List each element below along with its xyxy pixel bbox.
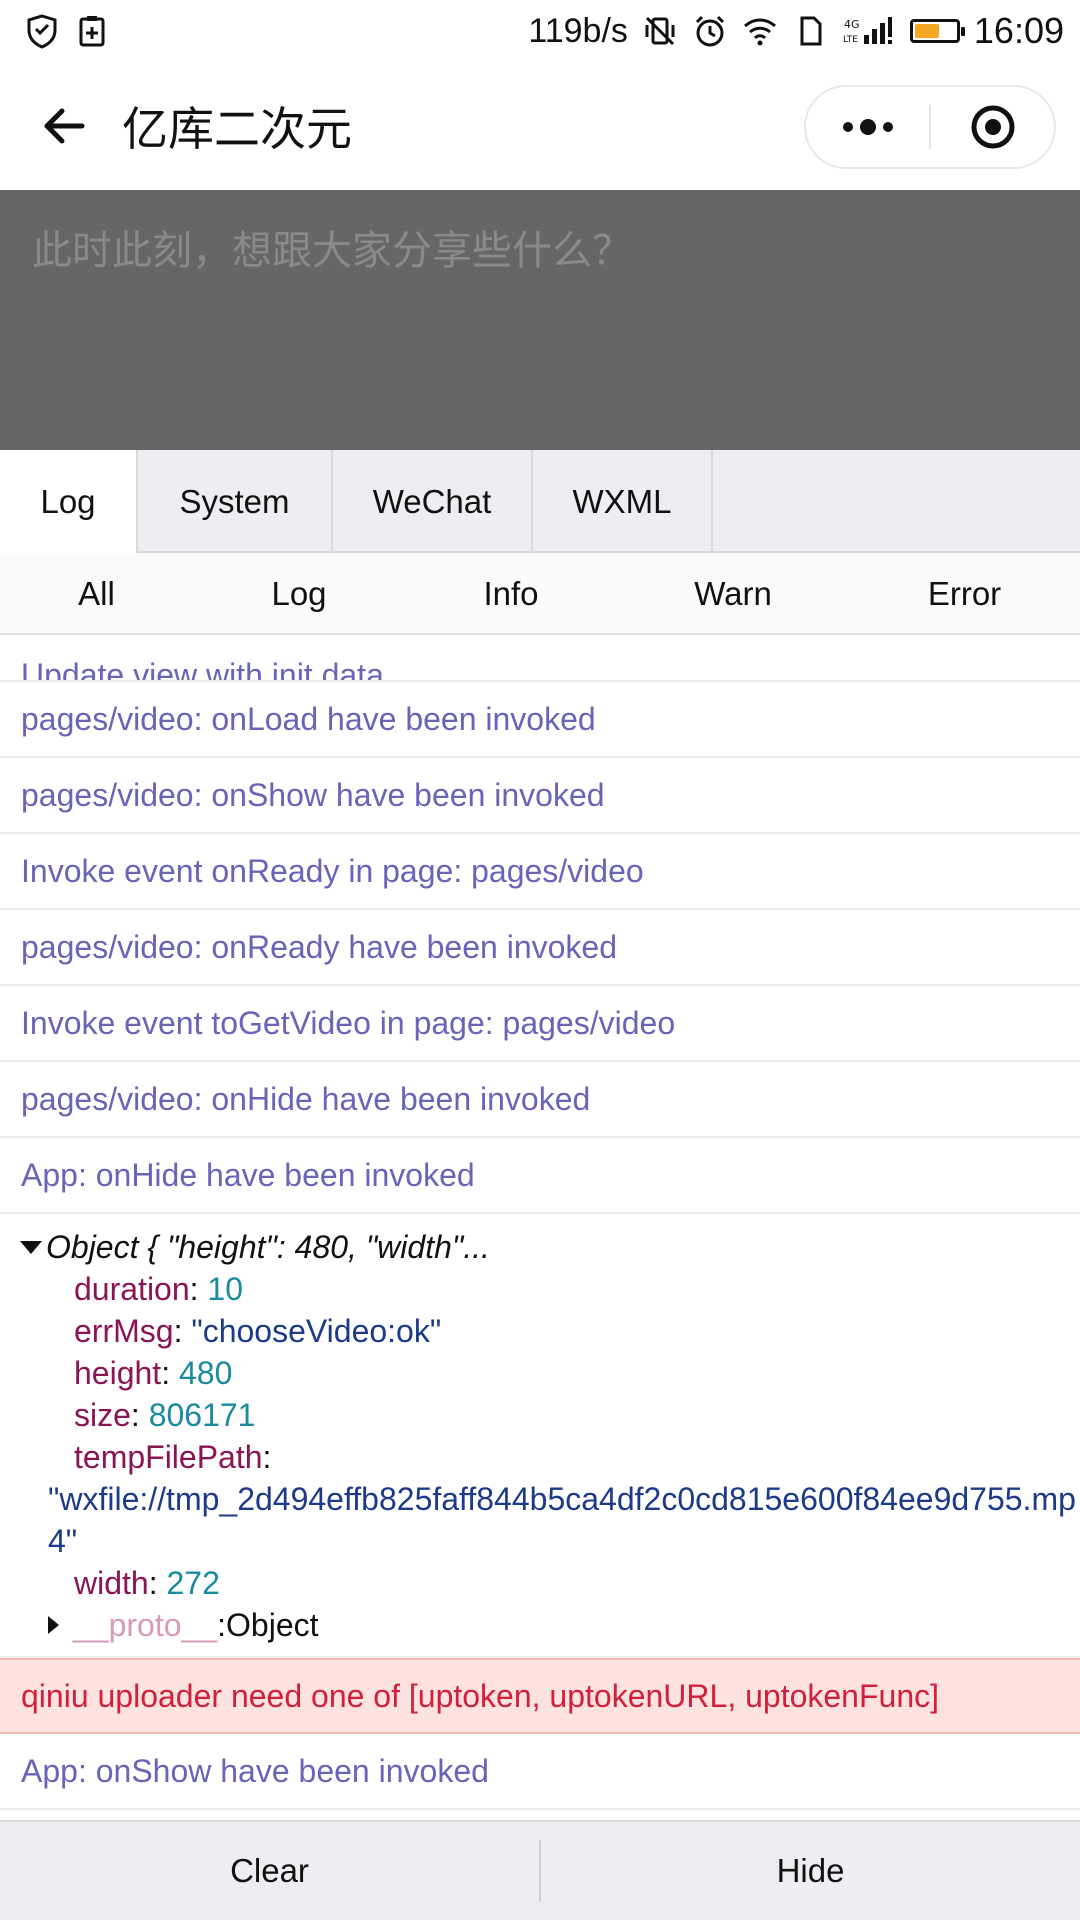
status-left-icons bbox=[24, 13, 110, 49]
object-prop-tempfilepath: tempFilePath: bbox=[74, 1439, 272, 1475]
object-prop-errmsg: errMsg: "chooseVideo:ok" bbox=[74, 1313, 442, 1349]
expand-triangle-icon bbox=[20, 1240, 42, 1254]
sim-card-icon bbox=[792, 13, 828, 49]
log-item: pages/video: onReady have been invoked bbox=[0, 910, 1080, 986]
tab-wechat[interactable]: WeChat bbox=[333, 450, 533, 553]
log-item: pages/video: onHide have been invoked bbox=[0, 1062, 1080, 1138]
tab-wxml[interactable]: WXML bbox=[533, 450, 713, 553]
shield-icon bbox=[24, 13, 60, 49]
page-title: 亿库二次元 bbox=[122, 103, 352, 155]
signal-4g-icon: 4G LTE bbox=[842, 13, 896, 49]
wifi-icon bbox=[742, 13, 778, 49]
svg-text:LTE: LTE bbox=[843, 35, 858, 45]
clear-button[interactable]: Clear bbox=[0, 1822, 539, 1920]
filter-all[interactable]: All bbox=[0, 553, 193, 635]
back-button[interactable] bbox=[28, 90, 100, 162]
object-prop-duration: duration: 10 bbox=[74, 1271, 244, 1307]
object-log-item: Object { "height": 480, "width"... durat… bbox=[0, 1214, 1080, 1658]
log-item: Invoke event onReady in page: pages/vide… bbox=[0, 834, 1080, 910]
error-log-item: qiniu uploader need one of [uptoken, upt… bbox=[0, 1658, 1080, 1734]
filter-error[interactable]: Error bbox=[849, 553, 1080, 635]
more-dots-icon bbox=[842, 119, 893, 135]
network-speed: 119b/s bbox=[528, 11, 628, 50]
filter-warn[interactable]: Warn bbox=[617, 553, 849, 635]
log-list[interactable]: Update view with init data pages/video: … bbox=[0, 635, 1080, 1820]
vibrate-off-icon bbox=[642, 13, 678, 49]
post-placeholder: 此时此刻，想跟大家分享些什么？ bbox=[32, 229, 632, 273]
object-summary-toggle[interactable]: Object { "height": 480, "width"... bbox=[0, 1226, 1080, 1268]
status-right-icons: 119b/s 4G LTE 16:09 bbox=[528, 10, 1064, 52]
target-circle-icon bbox=[971, 105, 1014, 149]
mini-program-capsule bbox=[804, 85, 1056, 169]
console-bottom-bar: Clear Hide bbox=[0, 1820, 1080, 1920]
log-item: Invoke event toGetVideo in page: pages/v… bbox=[0, 986, 1080, 1062]
collapse-triangle-icon bbox=[48, 1616, 59, 1634]
tab-system[interactable]: System bbox=[138, 450, 333, 553]
post-textarea-overlay[interactable]: 此时此刻，想跟大家分享些什么？ bbox=[0, 190, 1080, 450]
object-prop-proto[interactable]: __proto__: Object bbox=[0, 1604, 1080, 1646]
svg-text:4G: 4G bbox=[844, 18, 860, 31]
tempfilepath-value: "wxfile://tmp_2d494effb825faff844b5ca4df… bbox=[48, 1481, 1076, 1559]
object-prop-width: width: 272 bbox=[74, 1565, 220, 1601]
more-menu-button[interactable] bbox=[806, 87, 929, 167]
clock: 16:09 bbox=[973, 10, 1064, 51]
battery-icon bbox=[909, 19, 965, 43]
status-bar: 119b/s 4G LTE 16:09 bbox=[0, 0, 1080, 62]
log-text: Update view with init data bbox=[21, 657, 384, 682]
filter-log[interactable]: Log bbox=[193, 553, 405, 635]
navigation-bar: 亿库二次元 bbox=[0, 62, 1080, 190]
log-item: pages/video: onShow have been invoked bbox=[0, 758, 1080, 834]
battery-level bbox=[914, 24, 940, 38]
close-mini-program-button[interactable] bbox=[931, 87, 1054, 167]
log-filter-tabs: All Log Info Warn Error bbox=[0, 553, 1080, 635]
console-tabs: Log System WeChat WXML bbox=[0, 450, 1080, 553]
log-item: pages/video: onLoad have been invoked bbox=[0, 682, 1080, 758]
hide-button[interactable]: Hide bbox=[541, 1822, 1080, 1920]
clipboard-plus-icon bbox=[74, 13, 110, 49]
filter-info[interactable]: Info bbox=[405, 553, 617, 635]
log-item: Update view with init data bbox=[0, 635, 1080, 682]
tab-log[interactable]: Log bbox=[0, 450, 138, 553]
log-item: App: onShow have been invoked bbox=[0, 1734, 1080, 1810]
arrow-left-icon bbox=[44, 108, 85, 144]
alarm-icon bbox=[692, 13, 728, 49]
object-prop-size: size: 806171 bbox=[74, 1397, 256, 1433]
object-prop-height: height: 480 bbox=[74, 1355, 233, 1391]
log-item: App: onHide have been invoked bbox=[0, 1138, 1080, 1214]
object-summary: Object { "height": 480, "width"... bbox=[46, 1229, 490, 1265]
